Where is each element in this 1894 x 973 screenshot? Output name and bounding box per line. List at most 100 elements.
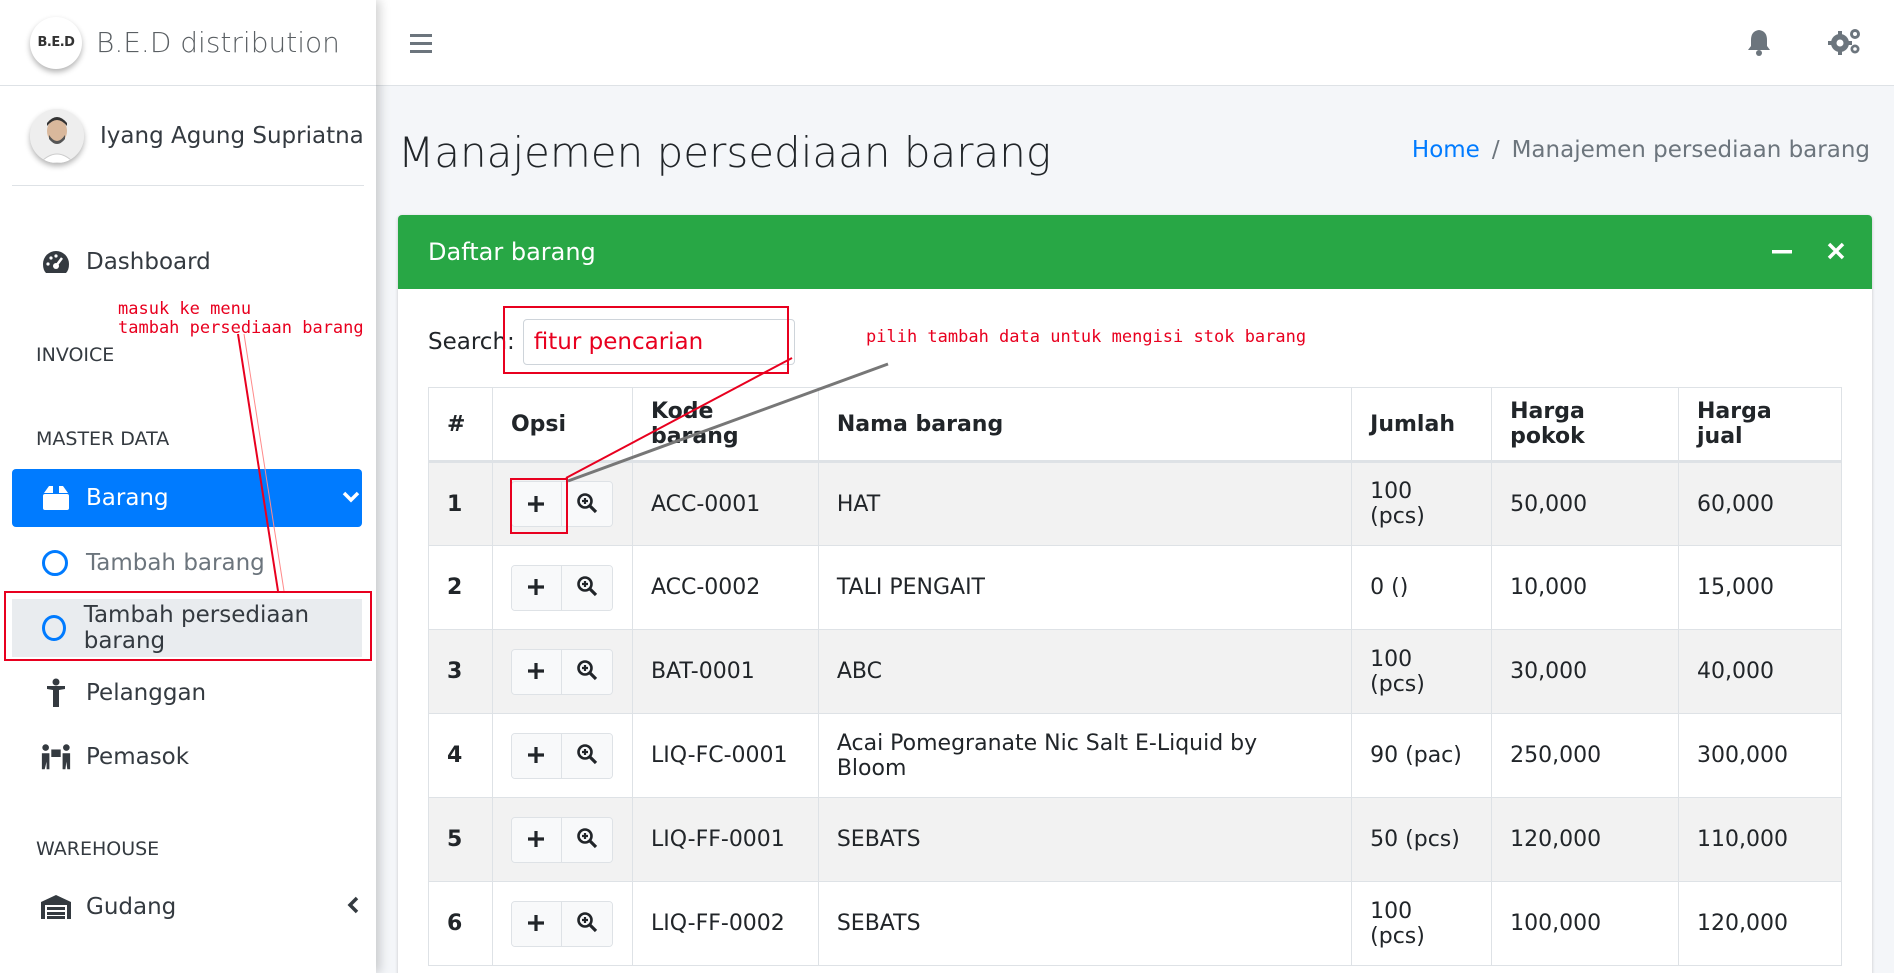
cell-opsi bbox=[491, 797, 633, 882]
detail-button[interactable] bbox=[561, 901, 612, 946]
chevron-down-icon bbox=[342, 488, 360, 509]
cell-number: 2 bbox=[428, 545, 493, 630]
cell-opsi bbox=[491, 545, 633, 630]
table-row: 4 LIQ-FC-0001 Acai Pomegranate Nic Salt E-… bbox=[428, 713, 1843, 798]
brand-logo: B.E.D bbox=[30, 16, 82, 69]
cell-jumlah: 0 () bbox=[1351, 545, 1493, 630]
sidebar-item-label: Pemasok bbox=[86, 744, 190, 770]
add-stock-button[interactable] bbox=[511, 649, 562, 694]
nav-header-invoice: INVOICE bbox=[36, 344, 115, 366]
options-button-group bbox=[510, 900, 613, 947]
cell-jumlah: 100 (pcs) bbox=[1351, 881, 1493, 966]
bell-icon[interactable] bbox=[1746, 28, 1772, 60]
annotation-text: tambah persediaan barang bbox=[118, 318, 364, 338]
card-title: Daftar barang bbox=[428, 238, 596, 266]
sidebar-item-barang[interactable]: Barang bbox=[12, 469, 362, 527]
detail-button[interactable] bbox=[561, 649, 612, 694]
breadcrumb-current: Manajemen persediaan barang bbox=[1511, 137, 1870, 163]
cell-kode-barang: LIQ-FF-0001 bbox=[631, 797, 819, 882]
tachometer-icon bbox=[40, 246, 72, 278]
cell-opsi bbox=[491, 881, 633, 966]
annotation-add-note: pilih tambah data untuk mengisi stok bar… bbox=[866, 327, 1307, 347]
detail-button[interactable] bbox=[561, 733, 612, 778]
table-row: 5 LIQ-FF-0001 SEBATS 50 (pcs) 120,000 110,000 bbox=[428, 797, 1843, 882]
cell-harga-jual: 60,000 bbox=[1677, 461, 1843, 546]
box-icon bbox=[40, 482, 72, 514]
avatar bbox=[30, 108, 84, 163]
sidebar-item-gudang[interactable]: Gudang bbox=[12, 878, 362, 936]
zoom-in-icon bbox=[576, 907, 598, 940]
cell-opsi bbox=[491, 629, 633, 714]
sidebar-item-pemasok[interactable]: Pemasok bbox=[12, 728, 362, 786]
options-button-group bbox=[510, 648, 613, 695]
card-tools bbox=[1770, 237, 1848, 265]
hamburger-icon[interactable] bbox=[410, 28, 434, 63]
circle-icon bbox=[42, 550, 68, 576]
close-icon[interactable] bbox=[1824, 237, 1848, 265]
sidebar-item-label: Pelanggan bbox=[86, 680, 207, 706]
add-stock-button[interactable] bbox=[511, 817, 562, 862]
warehouse-icon bbox=[40, 891, 72, 923]
top-navbar bbox=[376, 0, 1894, 86]
table-row: 1 ACC-0001 HAT 100 (pcs) 50,000 60,000 bbox=[428, 461, 1843, 546]
column-header-harga-jual[interactable]: Harga jual bbox=[1677, 387, 1843, 463]
column-header-harga-pokok[interactable]: Harga pokok bbox=[1491, 387, 1679, 463]
table-row: 2 ACC-0002 TALI PENGAIT 0 () 10,000 15,000 bbox=[428, 545, 1843, 630]
cell-kode-barang: ACC-0001 bbox=[631, 461, 819, 546]
add-stock-button[interactable] bbox=[511, 565, 562, 610]
cell-jumlah: 100 (pcs) bbox=[1351, 461, 1493, 546]
items-table: # Opsi Kode barang Nama barang Jumlah Ha… bbox=[428, 387, 1843, 966]
add-stock-button[interactable] bbox=[511, 733, 562, 778]
sidebar-item-dashboard[interactable]: Dashboard bbox=[12, 233, 362, 291]
cell-number: 1 bbox=[428, 461, 493, 546]
cell-kode-barang: ACC-0002 bbox=[631, 545, 819, 630]
cell-nama-barang: Acai Pomegranate Nic Salt E-Liquid by Bl… bbox=[817, 713, 1353, 798]
column-header-kode-barang[interactable]: Kode barang bbox=[631, 387, 819, 463]
search-label: Search: bbox=[428, 329, 515, 355]
nav-header-warehouse: WAREHOUSE bbox=[36, 838, 160, 860]
cell-number: 6 bbox=[428, 881, 493, 966]
sidebar-item-pelanggan[interactable]: Pelanggan bbox=[12, 664, 362, 722]
cell-harga-pokok: 10,000 bbox=[1491, 545, 1679, 630]
detail-button[interactable] bbox=[561, 565, 612, 610]
gears-icon[interactable] bbox=[1828, 26, 1862, 60]
column-header-jumlah[interactable]: Jumlah bbox=[1351, 387, 1493, 463]
page-title: Manajemen persediaan barang bbox=[398, 128, 1052, 177]
column-header-nama-barang[interactable]: Nama barang bbox=[817, 387, 1353, 463]
zoom-in-icon bbox=[576, 655, 598, 688]
zoom-in-icon bbox=[576, 823, 598, 856]
sidebar-item-label: Dashboard bbox=[86, 249, 211, 275]
brand[interactable]: B.E.D B.E.D distribution bbox=[0, 0, 376, 86]
breadcrumb-home-link[interactable]: Home bbox=[1412, 137, 1480, 163]
cell-harga-pokok: 50,000 bbox=[1491, 461, 1679, 546]
people-carry-icon bbox=[40, 741, 72, 773]
cell-nama-barang: HAT bbox=[817, 461, 1353, 546]
cell-number: 3 bbox=[428, 629, 493, 714]
add-stock-button[interactable] bbox=[511, 901, 562, 946]
breadcrumb: Home / Manajemen persediaan barang bbox=[1412, 137, 1870, 163]
user-name: Iyang Agung Supriatna bbox=[100, 122, 364, 149]
column-header-number[interactable]: # bbox=[428, 387, 493, 463]
cell-kode-barang: LIQ-FF-0002 bbox=[631, 881, 819, 966]
breadcrumb-separator: / bbox=[1491, 137, 1500, 163]
cell-harga-pokok: 250,000 bbox=[1491, 713, 1679, 798]
detail-button[interactable] bbox=[561, 817, 612, 862]
plus-icon bbox=[526, 571, 546, 604]
table-row: 6 LIQ-FF-0002 SEBATS 100 (pcs) 100,000 120,00… bbox=[428, 881, 1843, 966]
plus-icon bbox=[526, 907, 546, 940]
minimize-icon[interactable] bbox=[1770, 237, 1794, 265]
zoom-in-icon bbox=[576, 488, 598, 521]
table-header-row: # Opsi Kode barang Nama barang Jumlah Ha… bbox=[428, 387, 1843, 463]
brand-name: B.E.D distribution bbox=[96, 26, 340, 59]
plus-icon bbox=[526, 823, 546, 856]
cell-harga-jual: 120,000 bbox=[1677, 881, 1843, 966]
detail-button[interactable] bbox=[561, 482, 612, 526]
sidebar: B.E.D B.E.D distribution Iyang Agung Sup… bbox=[0, 0, 376, 973]
annotation-box-menu bbox=[4, 591, 372, 661]
sidebar-item-tambah-barang[interactable]: Tambah barang bbox=[12, 534, 362, 592]
card-header: Daftar barang bbox=[398, 215, 1872, 289]
user-panel[interactable]: Iyang Agung Supriatna bbox=[12, 86, 364, 186]
cell-jumlah: 90 (pac) bbox=[1351, 713, 1493, 798]
cell-harga-jual: 15,000 bbox=[1677, 545, 1843, 630]
column-header-opsi[interactable]: Opsi bbox=[491, 387, 633, 463]
